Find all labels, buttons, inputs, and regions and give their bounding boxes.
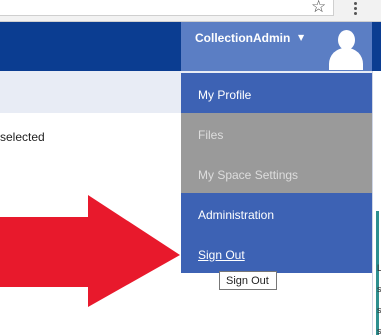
sign-out-tooltip: Sign Out [219,271,277,290]
edge-text: s [377,305,381,315]
menu-item-sign-out[interactable]: Sign Out [181,233,372,273]
menu-item-administration[interactable]: Administration [181,193,372,233]
user-menu-toggle[interactable]: CollectionAdmin ▼ [181,22,372,71]
username-label: CollectionAdmin [195,31,291,45]
selection-status: selected [0,130,45,144]
address-bar[interactable] [0,0,334,16]
edge-text: s [377,284,381,294]
bookmark-star-icon[interactable]: ☆ [311,0,326,17]
red-arrow-annotation [0,195,180,307]
page-edge: L s s s [372,71,381,335]
avatar [326,28,366,70]
chevron-down-icon: ▼ [298,33,305,42]
edge-text: s [377,326,381,335]
user-dropdown-menu: My Profile Files My Space Settings Admin… [181,73,372,273]
menu-item-files: Files [181,113,372,153]
edge-text: L [377,263,381,273]
menu-item-my-profile[interactable]: My Profile [181,73,372,113]
kebab-menu-icon[interactable] [349,1,361,17]
menu-item-my-space-settings: My Space Settings [181,153,372,193]
browser-toolbar: ☆ [0,0,381,22]
